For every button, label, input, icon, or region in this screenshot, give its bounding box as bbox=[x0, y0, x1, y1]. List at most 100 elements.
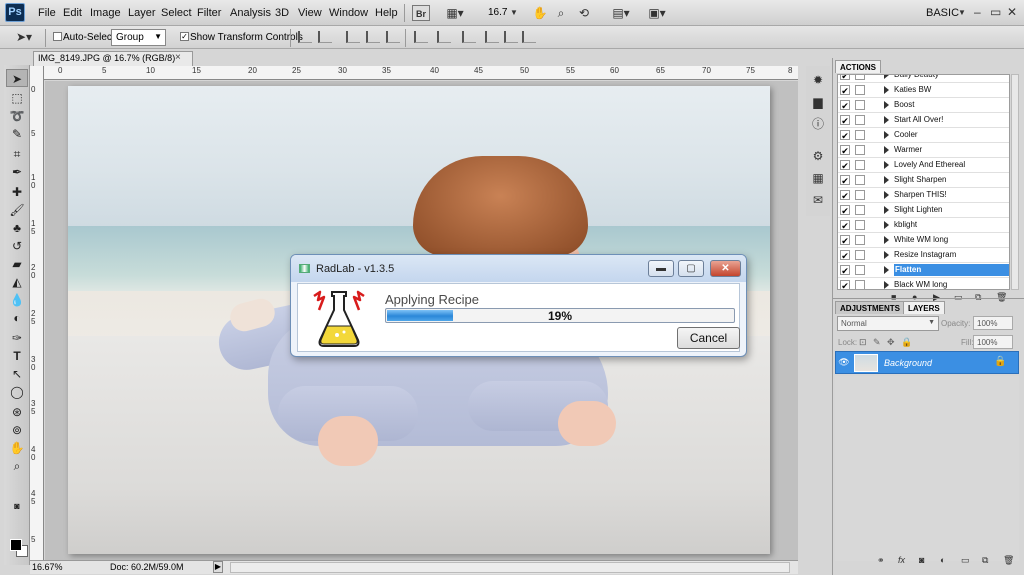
opacity-field[interactable]: 100% bbox=[973, 316, 1013, 330]
distribute-top-icon[interactable] bbox=[414, 31, 428, 43]
layer-style-icon[interactable]: fx bbox=[898, 555, 905, 565]
action-item[interactable]: ✔ Resize Instagram bbox=[838, 248, 1009, 263]
distribute-hcenter-icon[interactable] bbox=[504, 31, 518, 43]
action-item[interactable]: ✔ Cooler bbox=[838, 128, 1009, 143]
color-panel-icon[interactable]: ✹ bbox=[810, 72, 826, 88]
action-item[interactable]: ✔ Slight Lighten bbox=[838, 203, 1009, 218]
action-toggle-check[interactable]: ✔ bbox=[840, 115, 850, 126]
action-dialog-toggle[interactable] bbox=[855, 75, 865, 80]
action-item[interactable]: ✔ White WM long bbox=[838, 233, 1009, 248]
menu-edit[interactable]: Edit bbox=[63, 7, 82, 19]
distribute-left-icon[interactable] bbox=[485, 31, 499, 43]
menu-file[interactable]: File bbox=[38, 7, 56, 19]
shape-tool-icon[interactable]: ◯ bbox=[6, 383, 28, 401]
type-tool-icon[interactable]: T bbox=[6, 347, 28, 365]
brushes-panel-icon[interactable]: ⚙ bbox=[810, 148, 826, 164]
menu-select[interactable]: Select bbox=[161, 7, 192, 19]
action-item[interactable]: ✔ Katies BW bbox=[838, 83, 1009, 98]
marquee-tool-icon[interactable]: ⬚ bbox=[6, 89, 28, 107]
maximize-button[interactable]: ▢ bbox=[678, 260, 704, 277]
expand-triangle-icon[interactable] bbox=[884, 146, 889, 154]
action-dialog-toggle[interactable] bbox=[855, 190, 865, 200]
histogram-panel-icon[interactable]: ▆ bbox=[810, 94, 826, 110]
vertical-ruler[interactable]: 0 5 1 0 1 5 2 0 2 5 3 0 3 5 4 0 4 5 5 bbox=[30, 66, 44, 561]
distribute-right-icon[interactable] bbox=[522, 31, 536, 43]
eyedropper-tool-icon[interactable]: ✒ bbox=[6, 163, 28, 181]
align-vcenter-icon[interactable] bbox=[318, 31, 332, 43]
blur-tool-icon[interactable]: 💧 bbox=[6, 291, 28, 309]
status-menu-arrow-icon[interactable]: ▶ bbox=[213, 561, 223, 573]
action-item[interactable]: ✔ Flatten bbox=[838, 263, 1009, 278]
arrange-documents-icon[interactable]: ▤▾ bbox=[609, 5, 633, 21]
action-item[interactable]: ✔ Lovely And Ethereal bbox=[838, 158, 1009, 173]
quick-selection-tool-icon[interactable]: ✎ bbox=[6, 125, 28, 143]
brush-tool-icon[interactable]: 🖌 bbox=[6, 201, 28, 219]
expand-triangle-icon[interactable] bbox=[884, 221, 889, 229]
expand-triangle-icon[interactable] bbox=[884, 206, 889, 214]
action-toggle-check[interactable]: ✔ bbox=[840, 235, 850, 246]
action-item[interactable]: ✔ Slight Sharpen bbox=[838, 173, 1009, 188]
action-dialog-toggle[interactable] bbox=[855, 265, 865, 275]
action-item[interactable]: ✔ Boost bbox=[838, 98, 1009, 113]
lock-all-icon[interactable]: 🔒 bbox=[901, 337, 912, 348]
foreground-color-swatch[interactable] bbox=[10, 539, 22, 551]
expand-triangle-icon[interactable] bbox=[884, 176, 889, 184]
close-icon[interactable]: ✕ bbox=[1007, 5, 1017, 19]
expand-triangle-icon[interactable] bbox=[884, 75, 889, 79]
new-layer-icon[interactable]: ⧉ bbox=[982, 555, 988, 566]
action-toggle-check[interactable]: ✔ bbox=[840, 75, 850, 81]
menu-help[interactable]: Help bbox=[375, 7, 398, 19]
bridge-button[interactable]: Br bbox=[412, 5, 430, 21]
action-dialog-toggle[interactable] bbox=[855, 100, 865, 110]
action-toggle-check[interactable]: ✔ bbox=[840, 220, 850, 231]
menu-3d[interactable]: 3D bbox=[275, 7, 289, 19]
action-dialog-toggle[interactable] bbox=[855, 85, 865, 95]
expand-triangle-icon[interactable] bbox=[884, 86, 889, 94]
expand-triangle-icon[interactable] bbox=[884, 131, 889, 139]
zoom-tool-icon[interactable]: ⌕ bbox=[553, 5, 569, 21]
expand-triangle-icon[interactable] bbox=[884, 161, 889, 169]
auto-select-checkbox[interactable] bbox=[53, 32, 62, 41]
info-panel-icon[interactable]: ⓘ bbox=[810, 116, 826, 132]
hand-tool-icon[interactable]: ✋ bbox=[6, 439, 28, 457]
lasso-tool-icon[interactable]: ➰ bbox=[6, 107, 28, 125]
layer-row-background[interactable]: 👁 Background 🔒 bbox=[835, 351, 1019, 374]
quick-mask-icon[interactable]: ◙ bbox=[6, 497, 28, 515]
action-item[interactable]: ✔ Start All Over! bbox=[838, 113, 1009, 128]
minimize-button[interactable]: ▬ bbox=[648, 260, 674, 277]
eraser-tool-icon[interactable]: ▰ bbox=[6, 255, 28, 273]
healing-brush-tool-icon[interactable]: ✚ bbox=[6, 183, 28, 201]
action-toggle-check[interactable]: ✔ bbox=[840, 130, 850, 141]
distribute-bottom-icon[interactable] bbox=[462, 31, 476, 43]
clone-source-panel-icon[interactable]: ▦ bbox=[810, 170, 826, 186]
action-toggle-check[interactable]: ✔ bbox=[840, 145, 850, 156]
action-dialog-toggle[interactable] bbox=[855, 205, 865, 215]
action-dialog-toggle[interactable] bbox=[855, 115, 865, 125]
expand-triangle-icon[interactable] bbox=[884, 101, 889, 109]
tab-layers[interactable]: LAYERS bbox=[903, 301, 945, 314]
action-toggle-check[interactable]: ✔ bbox=[840, 265, 850, 276]
minimize-icon[interactable]: – bbox=[974, 5, 981, 19]
screen-mode-icon[interactable]: ▣▾ bbox=[645, 5, 669, 21]
tab-adjustments[interactable]: ADJUSTMENTS bbox=[835, 301, 906, 314]
action-toggle-check[interactable]: ✔ bbox=[840, 175, 850, 186]
align-hcenter-icon[interactable] bbox=[386, 31, 400, 43]
expand-triangle-icon[interactable] bbox=[884, 116, 889, 124]
expand-triangle-icon[interactable] bbox=[884, 191, 889, 199]
zoom-dropdown-icon[interactable]: ▼ bbox=[509, 5, 519, 21]
paint-bucket-tool-icon[interactable]: ◭ bbox=[6, 273, 28, 291]
action-toggle-check[interactable]: ✔ bbox=[840, 280, 850, 289]
action-item[interactable]: ✔ Warmer bbox=[838, 143, 1009, 158]
eye-icon[interactable]: 👁 bbox=[838, 357, 850, 369]
action-toggle-check[interactable]: ✔ bbox=[840, 100, 850, 111]
lock-image-icon[interactable]: ✎ bbox=[873, 337, 881, 348]
action-dialog-toggle[interactable] bbox=[855, 160, 865, 170]
layer-mask-icon[interactable]: ◙ bbox=[919, 555, 924, 565]
lock-position-icon[interactable]: ✥ bbox=[887, 337, 895, 348]
workspace-switcher[interactable]: BASIC bbox=[926, 7, 959, 19]
action-dialog-toggle[interactable] bbox=[855, 220, 865, 230]
menu-layer[interactable]: Layer bbox=[128, 7, 156, 19]
action-item[interactable]: ✔ kblight bbox=[838, 218, 1009, 233]
zoom-tool-icon[interactable]: ⌕ bbox=[6, 457, 28, 475]
pen-tool-icon[interactable]: ✑ bbox=[6, 329, 28, 347]
